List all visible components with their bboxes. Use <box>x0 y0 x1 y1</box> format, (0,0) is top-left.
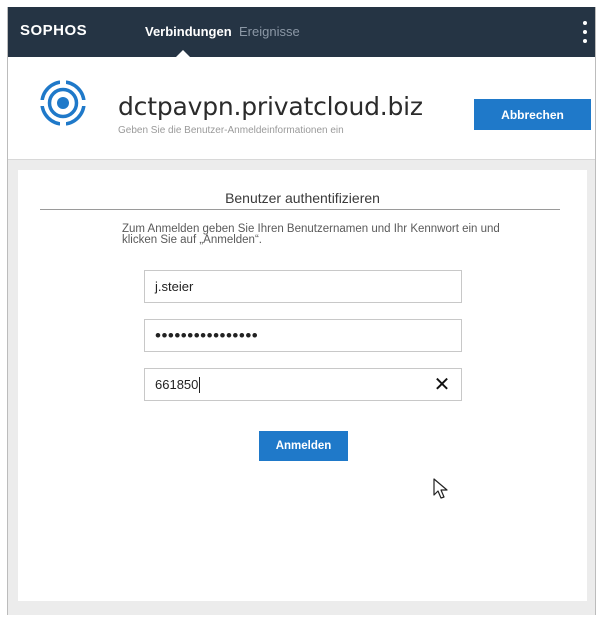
title-divider <box>40 209 560 210</box>
tab-verbindungen[interactable]: Verbindungen <box>145 24 232 39</box>
username-field[interactable]: j.steier <box>144 270 462 303</box>
top-navigation-bar: SOPHOS Verbindungen Ereignisse <box>8 7 595 57</box>
tab-ereignisse[interactable]: Ereignisse <box>239 24 300 39</box>
sophos-connect-logo-icon <box>40 80 86 126</box>
connection-hostname: dctpavpn.privatcloud.biz <box>118 92 423 121</box>
otp-field[interactable]: 661850 ✕ <box>144 368 462 401</box>
connection-subtitle: Geben Sie die Benutzer-Anmeldeinformatio… <box>118 125 344 136</box>
mouse-pointer-icon <box>433 478 448 499</box>
cancel-button[interactable]: Abbrechen <box>474 99 591 130</box>
brand-logo-text: SOPHOS <box>20 22 88 39</box>
kebab-menu-icon[interactable] <box>580 21 590 43</box>
username-value: j.steier <box>155 279 194 294</box>
text-cursor <box>199 376 201 393</box>
auth-instructions: Zum Anmelden geben Sie Ihren Benutzernam… <box>122 223 500 246</box>
auth-card-title: Benutzer authentifizieren <box>225 190 380 206</box>
otp-value: 661850 <box>155 377 199 392</box>
password-field[interactable]: •••••••••••••••• <box>144 319 462 352</box>
close-icon[interactable]: ✕ <box>433 375 451 395</box>
password-masked-value: •••••••••••••••• <box>155 325 259 345</box>
auth-card: Benutzer authentifizieren Zum Anmelden g… <box>18 170 587 601</box>
login-button[interactable]: Anmelden <box>259 431 348 461</box>
active-tab-indicator <box>176 50 190 57</box>
